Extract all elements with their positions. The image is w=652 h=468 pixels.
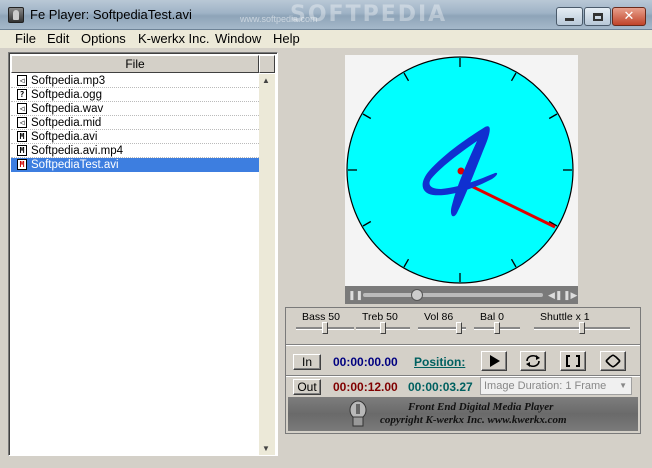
maximize-icon: [592, 12, 603, 21]
menu-edit[interactable]: Edit: [45, 31, 71, 46]
video-clock: [346, 56, 574, 284]
out-button[interactable]: Out: [293, 379, 321, 395]
position-time: 00:00:03.27: [408, 380, 473, 394]
image-duration-select[interactable]: Image Duration: 1 Frame ▼: [480, 377, 632, 395]
fullscreen-button[interactable]: [600, 351, 626, 371]
mark-range-button[interactable]: [560, 351, 586, 371]
file-row[interactable]: ◁ Softpedia.wav: [11, 102, 259, 116]
slider-label: Bal 0: [480, 311, 504, 323]
out-time: 00:00:12.00: [333, 380, 398, 394]
vertical-scrollbar[interactable]: ▲ ▼: [259, 74, 275, 455]
seek-track[interactable]: [363, 289, 543, 301]
in-time: 00:00:00.00: [333, 355, 398, 369]
file-row[interactable]: ◁ Softpedia.mid: [11, 116, 259, 130]
separator: [286, 344, 640, 346]
banner-copyright: copyright K-werkx Inc. www.kwerkx.com: [380, 414, 567, 426]
watermark-url: www.softpedia.com: [240, 14, 318, 24]
file-row[interactable]: ? Softpedia.ogg: [11, 88, 259, 102]
slider-thumb[interactable]: [322, 322, 328, 334]
seek-thumb[interactable]: [411, 289, 423, 301]
file-name: Softpedia.ogg: [31, 88, 102, 101]
window-title: Fe Player: SoftpediaTest.avi: [30, 7, 192, 22]
file-row[interactable]: M Softpedia.avi: [11, 130, 259, 144]
movie-icon: M: [17, 145, 27, 156]
menu-options[interactable]: Options: [79, 31, 128, 46]
seek-bar[interactable]: ❚❚ ◀❚ ❚▶: [345, 286, 578, 304]
loop-icon: [526, 354, 540, 368]
menu-window[interactable]: Window: [213, 31, 263, 46]
position-label[interactable]: Position:: [414, 355, 465, 369]
file-name: Softpedia.mp3: [31, 74, 106, 87]
slider-thumb[interactable]: [456, 322, 463, 334]
image-duration-value: Image Duration: 1 Frame: [484, 380, 607, 392]
slider-thumb[interactable]: [579, 322, 585, 334]
menu-bar: File Edit Options K-werkx Inc. Window He…: [0, 30, 652, 48]
speaker-icon: ◁: [17, 103, 27, 114]
file-column-header[interactable]: File: [11, 55, 259, 73]
speaker-icon: ◁: [17, 75, 27, 86]
step-back-icon[interactable]: ◀❚: [548, 289, 562, 301]
file-name: Softpedia.mid: [31, 116, 102, 129]
movie-icon: M: [17, 131, 27, 142]
kwerkx-logo: [349, 400, 367, 427]
control-panel: Bass 50 Treb 50 Vol 86 Bal 0 Shuttle x 1 In …: [285, 307, 641, 434]
file-name: Softpedia.avi: [31, 130, 98, 143]
fullscreen-icon: [605, 354, 621, 368]
banner-title: Front End Digital Media Player: [408, 401, 554, 413]
title-bar[interactable]: Fe Player: SoftpediaTest.avi SOFTPEDIA w…: [0, 0, 652, 30]
file-name: Softpedia.avi.mp4: [31, 144, 124, 157]
app-window: Fe Player: SoftpediaTest.avi SOFTPEDIA w…: [0, 0, 652, 468]
in-button[interactable]: In: [293, 354, 321, 370]
play-button[interactable]: [481, 351, 507, 371]
slider-thumb[interactable]: [380, 322, 386, 334]
pause-icon[interactable]: ❚❚: [348, 290, 363, 300]
video-frame: [345, 55, 578, 286]
speaker-icon: ◁: [17, 117, 27, 128]
unknown-file-icon: ?: [17, 89, 27, 100]
scroll-up-icon[interactable]: ▲: [262, 76, 270, 85]
slider-label: Bass 50: [302, 311, 340, 323]
close-button[interactable]: ✕: [612, 7, 646, 26]
brackets-icon: [566, 355, 580, 367]
file-row[interactable]: ◁ Softpedia.mp3: [11, 74, 259, 88]
chevron-down-icon[interactable]: ▼: [619, 378, 627, 394]
loop-button[interactable]: [520, 351, 546, 371]
header-corner: [259, 55, 275, 73]
file-name: Softpedia.wav: [31, 102, 104, 115]
minimize-icon: [565, 18, 574, 21]
menu-help[interactable]: Help: [271, 31, 302, 46]
minimize-button[interactable]: [556, 7, 583, 26]
menu-kwerkx[interactable]: K-werkx Inc.: [136, 31, 212, 46]
menu-file[interactable]: File: [13, 31, 38, 46]
step-forward-icon[interactable]: ❚▶: [563, 289, 577, 301]
close-icon: ✕: [623, 9, 635, 24]
slider-thumb[interactable]: [494, 322, 500, 334]
playlist-panel: File ◁ Softpedia.mp3? Softpedia.ogg ◁ Softpe…: [8, 52, 278, 456]
slider-label: Vol 86: [424, 311, 454, 323]
file-list: ◁ Softpedia.mp3? Softpedia.ogg ◁ Softpedia.w…: [11, 74, 259, 172]
movie-icon: M: [17, 159, 27, 170]
file-row[interactable]: M SoftpediaTest.avi: [11, 158, 259, 172]
file-name: SoftpediaTest.avi: [31, 158, 119, 171]
file-row[interactable]: M Softpedia.avi.mp4: [11, 144, 259, 158]
scroll-down-icon[interactable]: ▼: [262, 444, 270, 453]
maximize-button[interactable]: [584, 7, 611, 26]
about-banner: Front End Digital Media Player copyright…: [288, 397, 638, 431]
app-icon[interactable]: [8, 7, 24, 23]
play-icon: [490, 355, 500, 367]
